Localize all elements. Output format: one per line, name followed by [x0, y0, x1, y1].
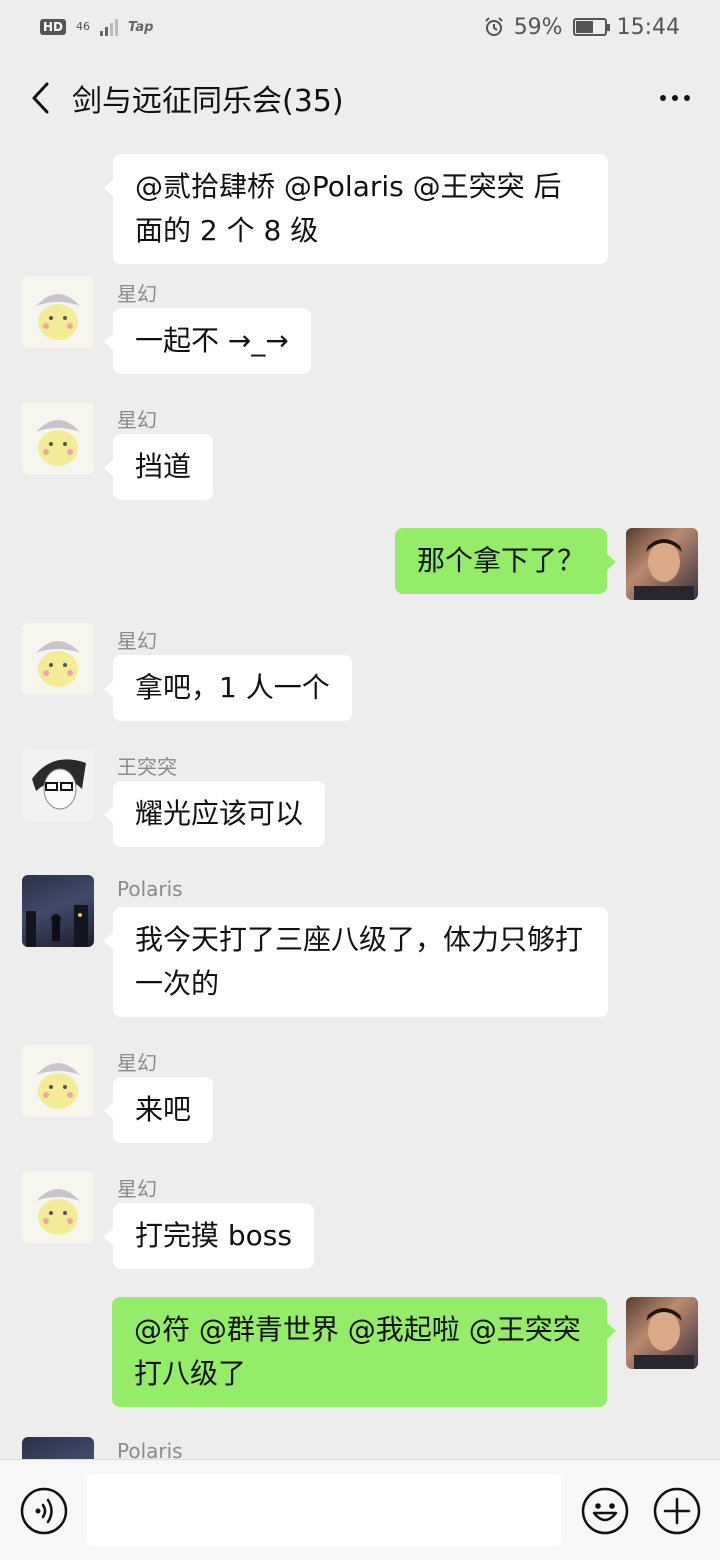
more-dots-icon: [660, 95, 666, 101]
self-avatar-icon: [634, 539, 694, 600]
avatar[interactable]: [22, 276, 94, 348]
pikachu-avatar-icon: [36, 1189, 80, 1235]
battery-fill: [575, 21, 593, 33]
pikachu-avatar-icon: [36, 1063, 80, 1109]
status-left: HD 46 Tap: [40, 18, 153, 36]
sender-name: 星幻: [117, 408, 157, 432]
emoji-icon: [581, 1487, 629, 1535]
pikachu-avatar-icon: [36, 641, 80, 687]
pikachu-avatar-icon: [36, 294, 80, 340]
sender-name: 星幻: [117, 282, 157, 306]
avatar[interactable]: [626, 528, 698, 600]
message-input[interactable]: [87, 1474, 561, 1546]
city-avatar-icon: [26, 905, 88, 947]
self-avatar-icon: [634, 1308, 694, 1369]
battery-percent: 59%: [513, 14, 563, 40]
plus-icon: [653, 1487, 701, 1535]
message-bubble[interactable]: @贰拾肆桥 @Polaris @王突突 后面的 2 个 8 级: [104, 154, 608, 264]
chat-header: 剑与远征同乐会(35): [0, 54, 720, 142]
plus-button[interactable]: [653, 1487, 701, 1535]
message-bubble[interactable]: 那个拿下了？: [394, 528, 617, 594]
avatar[interactable]: [22, 623, 94, 695]
alarm-icon: [484, 17, 503, 36]
sender-name: 王突突: [117, 755, 177, 779]
avatar[interactable]: [22, 402, 94, 474]
tap-label: Tap: [128, 19, 154, 35]
message-bubble[interactable]: 打完摸 boss: [104, 1203, 314, 1269]
voice-button[interactable]: [20, 1487, 68, 1535]
status-bar: HD 46 Tap 59% 15:44: [0, 0, 720, 54]
avatar[interactable]: [22, 1437, 94, 1459]
city-avatar-icon: [22, 1437, 94, 1459]
message-bubble[interactable]: 来吧: [103, 1077, 214, 1143]
chat-title: 剑与远征同乐会(35): [72, 84, 344, 119]
avatar[interactable]: [22, 1045, 94, 1117]
chevron-left-icon: [32, 82, 49, 114]
status-right: 59% 15:44: [484, 15, 680, 40]
avatar[interactable]: [22, 1171, 94, 1243]
message-bubble[interactable]: 一起不 →_→: [104, 308, 311, 374]
input-bar: [0, 1459, 720, 1560]
back-button[interactable]: [22, 75, 58, 121]
message-bubble[interactable]: 拿吧，1 人一个: [104, 655, 352, 721]
more-button[interactable]: [650, 75, 700, 121]
glasses-avatar-icon: [32, 759, 86, 810]
sender-name: Polaris: [117, 1439, 183, 1459]
avatar[interactable]: [22, 875, 94, 947]
battery-icon: [572, 18, 610, 36]
avatar[interactable]: [22, 749, 94, 821]
message-bubble[interactable]: @符 @群青世界 @我起啦 @王突突 打八级了: [112, 1297, 616, 1407]
hd-badge: HD: [40, 19, 67, 35]
network-type: 46: [76, 20, 91, 33]
message-bubble[interactable]: 挡道: [103, 434, 214, 500]
emoji-button[interactable]: [581, 1487, 629, 1535]
message-bubble[interactable]: 耀光应该可以: [103, 781, 326, 847]
signal-icon: [100, 18, 119, 36]
message-list[interactable]: @贰拾肆桥 @Polaris @王突突 后面的 2 个 8 级 星幻 一起不 →…: [0, 142, 720, 1459]
sender-name: 星幻: [117, 1051, 157, 1075]
message-bubble[interactable]: 我今天打了三座八级了，体力只够打一次的: [104, 907, 608, 1017]
sender-name: Polaris: [117, 877, 183, 901]
avatar[interactable]: [626, 1297, 698, 1369]
sender-name: 星幻: [117, 1177, 157, 1201]
clock: 15:44: [616, 14, 680, 40]
sender-name: 星幻: [117, 629, 157, 653]
voice-icon: [20, 1487, 68, 1535]
pikachu-avatar-icon: [36, 420, 80, 466]
